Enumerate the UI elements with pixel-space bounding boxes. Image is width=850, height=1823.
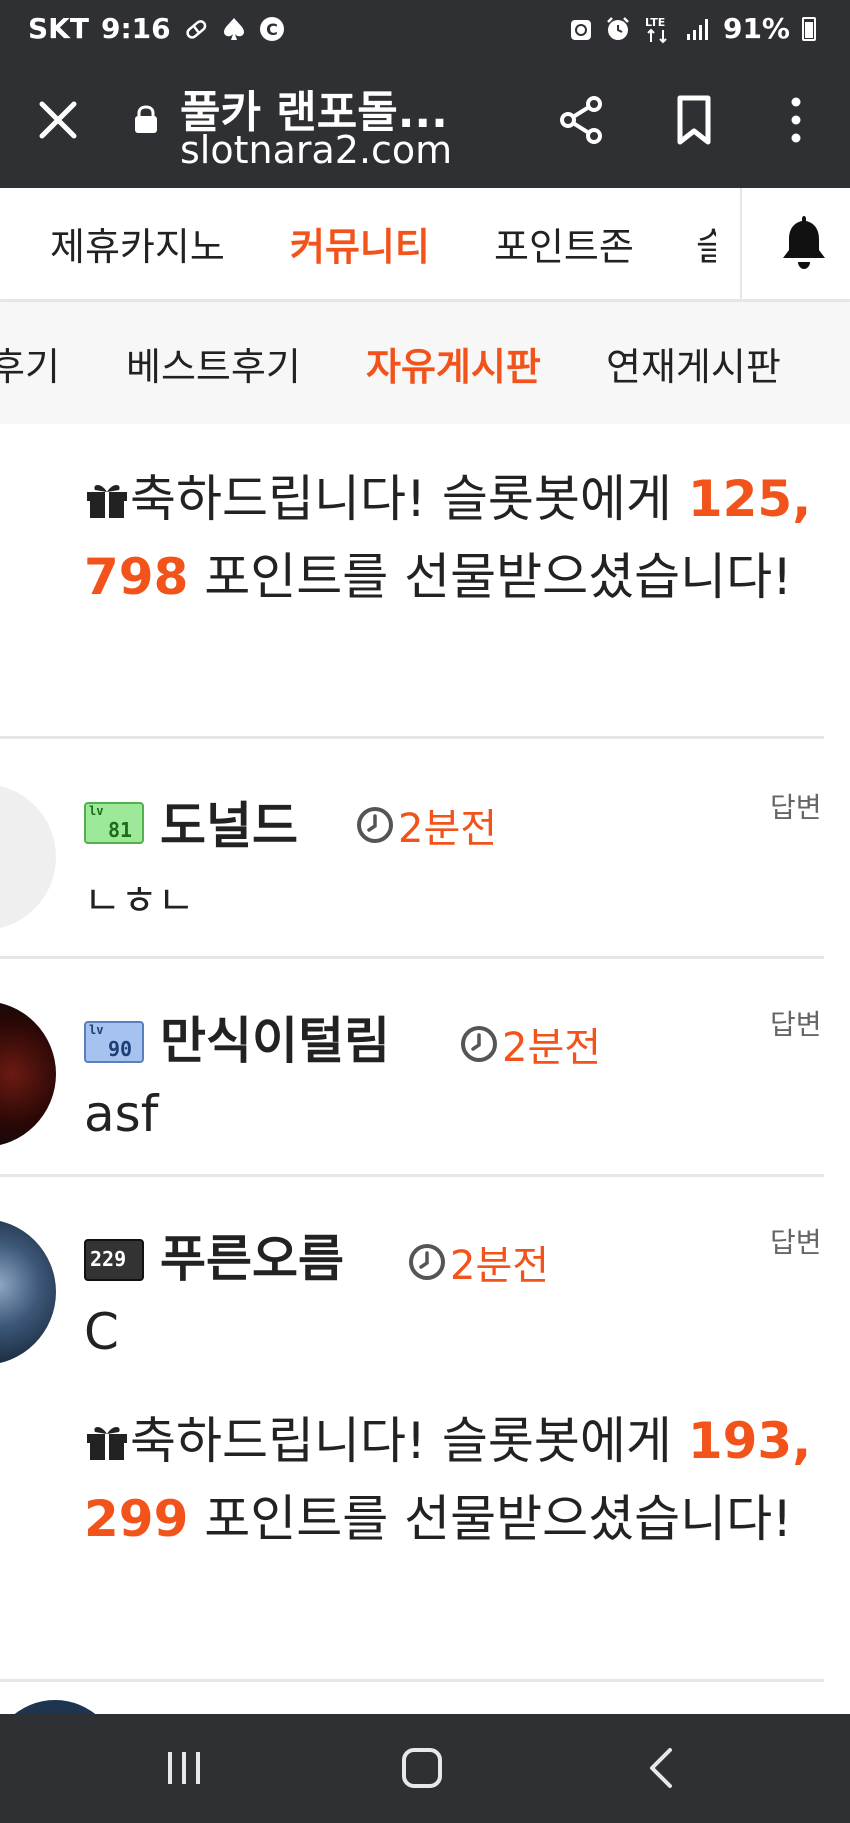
level-number: 90 bbox=[108, 1037, 133, 1061]
clock-time: 9:16 bbox=[100, 12, 171, 45]
gift-message-suffix: 포인트를 선물받으셨습니다! bbox=[188, 1490, 793, 1548]
home-button[interactable] bbox=[390, 1738, 454, 1798]
level-number: 81 bbox=[108, 818, 133, 842]
clock-icon bbox=[357, 807, 393, 843]
bookmark-button[interactable] bbox=[668, 92, 720, 148]
battery-icon bbox=[802, 16, 816, 41]
notification-button[interactable] bbox=[778, 212, 830, 272]
recycle-icon bbox=[570, 19, 591, 40]
subnav-item-free-board[interactable]: 자유게시판 bbox=[366, 336, 541, 391]
comment-time-text: 2분전 bbox=[398, 806, 498, 852]
bell-icon bbox=[783, 216, 825, 269]
more-icon bbox=[791, 97, 801, 143]
alarm-icon bbox=[607, 16, 629, 40]
back-icon bbox=[650, 1748, 672, 1788]
level-badge-icon: lv 90 bbox=[84, 1021, 144, 1063]
status-bar: SKT 9:16 C LTE 91% bbox=[0, 0, 850, 62]
avatar[interactable] bbox=[0, 1700, 120, 1714]
share-button[interactable] bbox=[556, 92, 608, 148]
nav-divider bbox=[740, 188, 742, 299]
reply-button[interactable]: 답변 bbox=[770, 786, 822, 826]
nav-item-point-zone[interactable]: 포인트존 bbox=[494, 216, 634, 271]
system-nav-bar bbox=[0, 1714, 850, 1823]
close-icon bbox=[39, 101, 77, 139]
comment-nickname[interactable]: 만식이털림 bbox=[160, 1001, 390, 1073]
spade-icon bbox=[223, 17, 244, 40]
comment-time: 2분전 bbox=[460, 1015, 601, 1073]
comment-text: ㄴㅎㄴ bbox=[84, 878, 195, 924]
gift-icon bbox=[87, 1427, 127, 1460]
comment-item: lv 90 만식이털림 2분전 답변 asf bbox=[0, 959, 850, 1175]
share-icon bbox=[560, 96, 602, 144]
svg-text:C: C bbox=[266, 20, 278, 39]
comment-nickname[interactable]: 푸른오름 bbox=[160, 1219, 344, 1291]
url-domain[interactable]: slotnara2.com bbox=[180, 128, 452, 172]
comment-nickname[interactable]: 도널드 bbox=[160, 786, 298, 858]
lock-icon bbox=[135, 105, 157, 133]
nav-item-community[interactable]: 커뮤니티 bbox=[290, 216, 430, 271]
carrier-label: SKT bbox=[28, 12, 89, 45]
avatar[interactable] bbox=[0, 1001, 56, 1147]
gift-message: 축하드립니다! 슬롯봇에게 125,798 포인트를 선물받으셨습니다! bbox=[84, 460, 824, 616]
level-number: 229 bbox=[90, 1247, 127, 1271]
reply-button[interactable]: 답변 bbox=[770, 1003, 822, 1043]
home-icon bbox=[402, 1748, 442, 1788]
divider bbox=[0, 736, 824, 739]
recent-apps-icon bbox=[168, 1752, 200, 1784]
svg-text:LTE: LTE bbox=[645, 16, 665, 29]
comment-text: C bbox=[84, 1303, 119, 1361]
nav-item-slot-truncated[interactable]: 슬 bbox=[696, 216, 716, 271]
reply-button[interactable]: 답변 bbox=[770, 1221, 822, 1261]
bookmark-icon bbox=[677, 95, 711, 145]
main-nav: 제휴카지노 커뮤니티 포인트존 슬 bbox=[0, 188, 850, 302]
signal-icon bbox=[686, 18, 708, 40]
avatar[interactable] bbox=[0, 784, 56, 930]
clock-icon bbox=[461, 1026, 497, 1062]
close-button[interactable] bbox=[30, 92, 86, 148]
avatar[interactable] bbox=[0, 1219, 56, 1365]
comment-time-text: 2분전 bbox=[502, 1025, 602, 1071]
more-options-button[interactable] bbox=[770, 92, 822, 148]
sub-nav: 후기 베스트후기 자유게시판 연재게시판 bbox=[0, 302, 850, 424]
subnav-item-best-reviews[interactable]: 베스트후기 bbox=[126, 336, 301, 391]
comment-text: asf bbox=[84, 1085, 159, 1143]
divider bbox=[0, 1679, 824, 1682]
comment-item: lv 81 도널드 2분전 답변 ㄴㅎㄴ bbox=[0, 740, 850, 956]
subnav-item-reviews[interactable]: 후기 bbox=[0, 336, 60, 391]
comment-list: 축하드립니다! 슬롯봇에게 125,798 포인트를 선물받으셨습니다! lv … bbox=[0, 424, 850, 1714]
pill-icon bbox=[185, 19, 206, 39]
comment-time: 2분전 bbox=[408, 1233, 549, 1291]
battery-percent: 91% bbox=[722, 12, 790, 45]
level-badge-icon: lv 81 bbox=[84, 802, 144, 844]
back-button[interactable] bbox=[630, 1738, 694, 1798]
level-badge-icon: 229 bbox=[84, 1239, 144, 1281]
subnav-item-serial-board[interactable]: 연재게시판 bbox=[606, 336, 781, 391]
c-circle-icon: C bbox=[259, 16, 284, 41]
comment-time-text: 2분전 bbox=[450, 1243, 550, 1289]
gift-message-prefix: 축하드립니다! 슬롯봇에게 bbox=[130, 1412, 688, 1470]
gift-icon bbox=[87, 485, 127, 518]
gift-message: 축하드립니다! 슬롯봇에게 193,299 포인트를 선물받으셨습니다! bbox=[84, 1402, 824, 1558]
recent-apps-button[interactable] bbox=[152, 1738, 216, 1798]
lte-icon: LTE bbox=[645, 16, 667, 43]
clock-icon bbox=[409, 1244, 445, 1280]
nav-item-partner-casino[interactable]: 제휴카지노 bbox=[50, 216, 225, 271]
gift-message-suffix: 포인트를 선물받으셨습니다! bbox=[188, 548, 793, 606]
browser-toolbar: 풀카 랜포돌... slotnara2.com bbox=[0, 62, 850, 188]
gift-message-prefix: 축하드립니다! 슬롯봇에게 bbox=[130, 470, 688, 528]
comment-time: 2분전 bbox=[356, 796, 497, 854]
